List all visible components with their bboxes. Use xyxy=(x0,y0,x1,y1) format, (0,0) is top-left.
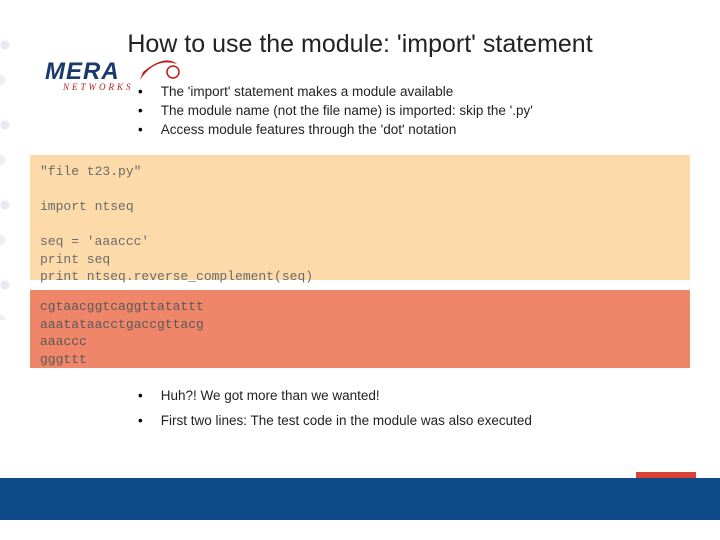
logo: MERA NETWORKS xyxy=(45,58,134,92)
list-item: Access module features through the 'dot'… xyxy=(138,122,533,137)
code-block-source: "file t23.py" import ntseq seq = 'aaaccc… xyxy=(30,155,690,280)
list-item: First two lines: The test code in the mo… xyxy=(138,413,532,428)
bullet-list-bottom: Huh?! We got more than we wanted! First … xyxy=(138,388,532,438)
page-title: How to use the module: 'import' statemen… xyxy=(0,30,720,59)
list-item: Huh?! We got more than we wanted! xyxy=(138,388,532,403)
footer-accent xyxy=(636,472,696,478)
list-item: The module name (not the file name) is i… xyxy=(138,103,533,118)
list-item: The 'import' statement makes a module av… xyxy=(138,84,533,99)
bullet-list-top: The 'import' statement makes a module av… xyxy=(138,84,533,141)
logo-main: MERA xyxy=(45,58,120,85)
code-block-output: cgtaacggtcaggttatattt aaatataacctgaccgtt… xyxy=(30,290,690,368)
footer-bar xyxy=(0,478,720,520)
